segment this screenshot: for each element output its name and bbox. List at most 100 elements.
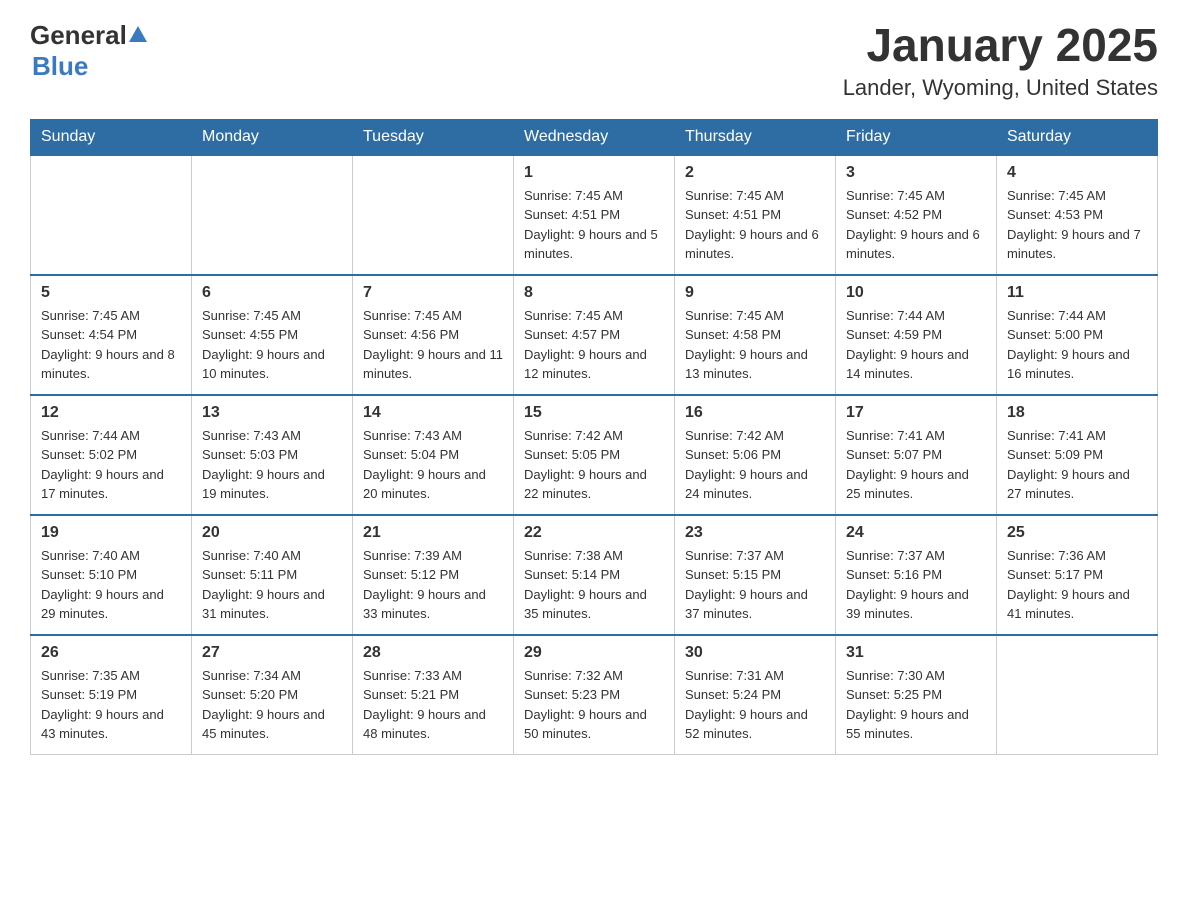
table-row: 14 Sunrise: 7:43 AM Sunset: 5:04 PM Dayli… xyxy=(353,395,514,515)
table-row: 9 Sunrise: 7:45 AM Sunset: 4:58 PM Daylig… xyxy=(675,275,836,395)
logo: General Blue xyxy=(30,20,147,82)
day-number: 17 xyxy=(846,404,986,422)
day-info: Sunrise: 7:33 AM Sunset: 5:21 PM Dayligh… xyxy=(363,666,503,744)
table-row: 22 Sunrise: 7:38 AM Sunset: 5:14 PM Dayli… xyxy=(514,515,675,635)
day-number: 8 xyxy=(524,284,664,302)
day-number: 13 xyxy=(202,404,342,422)
table-row: 2Sunrise: 7:45 AM Sunset: 4:51 PM Daylig… xyxy=(675,155,836,275)
day-number: 20 xyxy=(202,524,342,542)
day-info: Sunrise: 7:41 AM Sunset: 5:09 PM Dayligh… xyxy=(1007,426,1147,504)
table-row: 29 Sunrise: 7:32 AM Sunset: 5:23 PM Dayli… xyxy=(514,635,675,755)
table-row: 12 Sunrise: 7:44 AM Sunset: 5:02 PM Dayli… xyxy=(31,395,192,515)
day-number: 11 xyxy=(1007,284,1147,302)
day-info: Sunrise: 7:36 AM Sunset: 5:17 PM Dayligh… xyxy=(1007,546,1147,624)
day-number: 4 xyxy=(1007,164,1147,182)
day-number: 7 xyxy=(363,284,503,302)
day-number: 12 xyxy=(41,404,181,422)
header-sunday: Sunday xyxy=(31,119,192,155)
table-row xyxy=(192,155,353,275)
day-number: 27 xyxy=(202,644,342,662)
table-row: 15Sunrise: 7:42 AM Sunset: 5:05 PM Dayli… xyxy=(514,395,675,515)
day-info: Sunrise: 7:38 AM Sunset: 5:14 PM Dayligh… xyxy=(524,546,664,624)
day-info: Sunrise: 7:43 AM Sunset: 5:03 PM Dayligh… xyxy=(202,426,342,504)
day-number: 3 xyxy=(846,164,986,182)
table-row: 24 Sunrise: 7:37 AM Sunset: 5:16 PM Dayli… xyxy=(836,515,997,635)
header-saturday: Saturday xyxy=(997,119,1158,155)
table-row xyxy=(31,155,192,275)
day-number: 29 xyxy=(524,644,664,662)
page-title: January 2025 xyxy=(843,20,1158,71)
day-info: Sunrise: 7:32 AM Sunset: 5:23 PM Dayligh… xyxy=(524,666,664,744)
day-info: Sunrise: 7:43 AM Sunset: 5:04 PM Dayligh… xyxy=(363,426,503,504)
day-number: 15 xyxy=(524,404,664,422)
table-row: 21Sunrise: 7:39 AM Sunset: 5:12 PM Dayli… xyxy=(353,515,514,635)
table-row: 27Sunrise: 7:34 AM Sunset: 5:20 PM Dayli… xyxy=(192,635,353,755)
table-row: 7 Sunrise: 7:45 AM Sunset: 4:56 PM Daylig… xyxy=(353,275,514,395)
table-row: 26Sunrise: 7:35 AM Sunset: 5:19 PM Dayli… xyxy=(31,635,192,755)
calendar-week-row: 26Sunrise: 7:35 AM Sunset: 5:19 PM Dayli… xyxy=(31,635,1158,755)
day-info: Sunrise: 7:30 AM Sunset: 5:25 PM Dayligh… xyxy=(846,666,986,744)
table-row: 11 Sunrise: 7:44 AM Sunset: 5:00 PM Dayli… xyxy=(997,275,1158,395)
title-block: January 2025 Lander, Wyoming, United Sta… xyxy=(843,20,1158,101)
table-row: 28 Sunrise: 7:33 AM Sunset: 5:21 PM Dayli… xyxy=(353,635,514,755)
day-info: Sunrise: 7:44 AM Sunset: 5:02 PM Dayligh… xyxy=(41,426,181,504)
day-number: 9 xyxy=(685,284,825,302)
day-number: 28 xyxy=(363,644,503,662)
calendar-week-row: 5Sunrise: 7:45 AM Sunset: 4:54 PM Daylig… xyxy=(31,275,1158,395)
day-info: Sunrise: 7:40 AM Sunset: 5:10 PM Dayligh… xyxy=(41,546,181,624)
day-info: Sunrise: 7:45 AM Sunset: 4:58 PM Dayligh… xyxy=(685,306,825,384)
table-row: 10 Sunrise: 7:44 AM Sunset: 4:59 PM Dayli… xyxy=(836,275,997,395)
table-row: 5Sunrise: 7:45 AM Sunset: 4:54 PM Daylig… xyxy=(31,275,192,395)
day-info: Sunrise: 7:44 AM Sunset: 5:00 PM Dayligh… xyxy=(1007,306,1147,384)
table-row: 3Sunrise: 7:45 AM Sunset: 4:52 PM Daylig… xyxy=(836,155,997,275)
logo-general-text: General xyxy=(30,20,127,51)
header-wednesday: Wednesday xyxy=(514,119,675,155)
day-info: Sunrise: 7:37 AM Sunset: 5:16 PM Dayligh… xyxy=(846,546,986,624)
header-friday: Friday xyxy=(836,119,997,155)
table-row xyxy=(997,635,1158,755)
day-number: 2 xyxy=(685,164,825,182)
table-row: 20Sunrise: 7:40 AM Sunset: 5:11 PM Dayli… xyxy=(192,515,353,635)
calendar-header-row: Sunday Monday Tuesday Wednesday Thursday… xyxy=(31,119,1158,155)
header-tuesday: Tuesday xyxy=(353,119,514,155)
day-number: 19 xyxy=(41,524,181,542)
table-row: 19 Sunrise: 7:40 AM Sunset: 5:10 PM Dayli… xyxy=(31,515,192,635)
day-info: Sunrise: 7:45 AM Sunset: 4:53 PM Dayligh… xyxy=(1007,186,1147,264)
day-number: 26 xyxy=(41,644,181,662)
table-row: 8Sunrise: 7:45 AM Sunset: 4:57 PM Daylig… xyxy=(514,275,675,395)
table-row: 16Sunrise: 7:42 AM Sunset: 5:06 PM Dayli… xyxy=(675,395,836,515)
calendar-week-row: 1Sunrise: 7:45 AM Sunset: 4:51 PM Daylig… xyxy=(31,155,1158,275)
day-info: Sunrise: 7:42 AM Sunset: 5:06 PM Dayligh… xyxy=(685,426,825,504)
day-number: 18 xyxy=(1007,404,1147,422)
calendar-table: Sunday Monday Tuesday Wednesday Thursday… xyxy=(30,119,1158,756)
table-row: 4 Sunrise: 7:45 AM Sunset: 4:53 PM Daylig… xyxy=(997,155,1158,275)
day-info: Sunrise: 7:44 AM Sunset: 4:59 PM Dayligh… xyxy=(846,306,986,384)
day-number: 21 xyxy=(363,524,503,542)
table-row: 31Sunrise: 7:30 AM Sunset: 5:25 PM Dayli… xyxy=(836,635,997,755)
table-row: 17 Sunrise: 7:41 AM Sunset: 5:07 PM Dayli… xyxy=(836,395,997,515)
day-number: 23 xyxy=(685,524,825,542)
day-number: 22 xyxy=(524,524,664,542)
calendar-week-row: 19 Sunrise: 7:40 AM Sunset: 5:10 PM Dayli… xyxy=(31,515,1158,635)
day-number: 24 xyxy=(846,524,986,542)
table-row xyxy=(353,155,514,275)
table-row: 1Sunrise: 7:45 AM Sunset: 4:51 PM Daylig… xyxy=(514,155,675,275)
day-number: 30 xyxy=(685,644,825,662)
header-monday: Monday xyxy=(192,119,353,155)
table-row: 13 Sunrise: 7:43 AM Sunset: 5:03 PM Dayli… xyxy=(192,395,353,515)
day-number: 6 xyxy=(202,284,342,302)
day-info: Sunrise: 7:41 AM Sunset: 5:07 PM Dayligh… xyxy=(846,426,986,504)
day-number: 25 xyxy=(1007,524,1147,542)
day-info: Sunrise: 7:45 AM Sunset: 4:56 PM Dayligh… xyxy=(363,306,503,384)
day-number: 14 xyxy=(363,404,503,422)
table-row: 25 Sunrise: 7:36 AM Sunset: 5:17 PM Dayli… xyxy=(997,515,1158,635)
page-subtitle: Lander, Wyoming, United States xyxy=(843,75,1158,101)
day-info: Sunrise: 7:45 AM Sunset: 4:55 PM Dayligh… xyxy=(202,306,342,384)
header-thursday: Thursday xyxy=(675,119,836,155)
table-row: 30Sunrise: 7:31 AM Sunset: 5:24 PM Dayli… xyxy=(675,635,836,755)
day-number: 5 xyxy=(41,284,181,302)
day-info: Sunrise: 7:37 AM Sunset: 5:15 PM Dayligh… xyxy=(685,546,825,624)
day-number: 10 xyxy=(846,284,986,302)
logo-blue-text: Blue xyxy=(32,51,88,82)
day-number: 1 xyxy=(524,164,664,182)
